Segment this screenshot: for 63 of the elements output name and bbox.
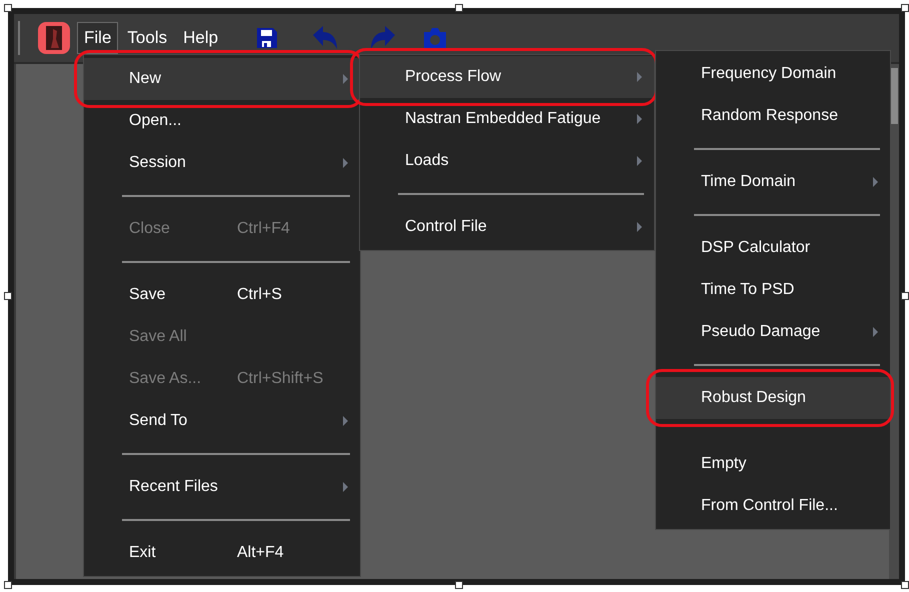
item-label: Random Response xyxy=(701,107,838,125)
shortcut-label: Ctrl+F4 xyxy=(237,220,290,238)
item-label: Save As... xyxy=(129,370,202,388)
menu-item[interactable]: From Control File... xyxy=(656,485,890,527)
app-logo-icon[interactable] xyxy=(38,22,70,54)
selection-handle[interactable] xyxy=(4,581,12,589)
menu-item[interactable]: Pseudo Damage xyxy=(656,311,890,353)
selection-handle[interactable] xyxy=(901,4,909,12)
menu-bar-item[interactable]: Tools xyxy=(120,22,174,54)
item-label: Frequency Domain xyxy=(701,65,836,83)
menu-item[interactable]: Random Response xyxy=(656,95,890,137)
item-label: New xyxy=(129,70,162,88)
selection-handle[interactable] xyxy=(455,581,463,589)
item-label: Control File xyxy=(405,218,487,236)
menu-item[interactable]: Empty xyxy=(656,443,890,485)
selection-handle[interactable] xyxy=(4,292,12,300)
undo-icon[interactable] xyxy=(311,25,340,51)
menu-item[interactable]: Open... xyxy=(84,100,360,142)
menu-bar-item[interactable]: Help xyxy=(176,22,226,54)
item-label: Robust Design xyxy=(701,389,806,407)
item-label: Session xyxy=(129,154,186,172)
save-icon[interactable] xyxy=(255,26,280,50)
menu-item[interactable]: DSP Calculator xyxy=(656,227,890,269)
item-label: Time Domain xyxy=(701,173,796,191)
redo-icon[interactable] xyxy=(369,25,398,51)
menu-item[interactable]: Exit Alt+F4 xyxy=(84,532,360,574)
menu-item[interactable]: Nastran Embedded Fatigue xyxy=(360,98,654,140)
menu-item[interactable]: Session xyxy=(84,142,360,184)
item-label: From Control File... xyxy=(701,497,838,515)
shortcut-label: Ctrl+S xyxy=(237,286,282,304)
selection-handle[interactable] xyxy=(901,581,909,589)
item-label: Nastran Embedded Fatigue xyxy=(405,110,601,128)
item-label: Recent Files xyxy=(129,478,218,496)
item-label: Send To xyxy=(129,412,188,430)
menu-item[interactable]: Time Domain xyxy=(656,161,890,203)
item-label: Pseudo Damage xyxy=(701,323,820,341)
item-label: DSP Calculator xyxy=(701,239,810,257)
selection-handle[interactable] xyxy=(4,4,12,12)
shortcut-label: Alt+F4 xyxy=(237,544,284,562)
menu-item[interactable]: Time To PSD xyxy=(656,269,890,311)
item-label: Save xyxy=(129,286,166,304)
item-label: Open... xyxy=(129,112,182,130)
selection-handle[interactable] xyxy=(455,4,463,12)
item-label: Close xyxy=(129,220,170,238)
menu-item[interactable]: Recent Files xyxy=(84,466,360,508)
menu-item[interactable]: New xyxy=(84,58,360,100)
menu-item[interactable]: Control File xyxy=(360,206,654,248)
item-label: Time To PSD xyxy=(701,281,794,299)
item-label: Save All xyxy=(129,328,187,346)
menu-bar-item[interactable]: File xyxy=(77,22,118,54)
camera-icon[interactable] xyxy=(422,27,448,49)
menu-item[interactable]: Save Ctrl+S xyxy=(84,274,360,316)
item-label: Loads xyxy=(405,152,449,170)
menu-item[interactable]: Process Flow xyxy=(360,56,654,98)
selection-handle[interactable] xyxy=(901,292,909,300)
menu-item[interactable]: Frequency Domain xyxy=(656,53,890,95)
item-label: Empty xyxy=(701,455,746,473)
menu-item[interactable]: Robust Design xyxy=(656,377,890,419)
item-label: Process Flow xyxy=(405,68,502,86)
menu-item[interactable]: Loads xyxy=(360,140,654,182)
shortcut-label: Ctrl+Shift+S xyxy=(237,370,324,388)
item-label: Exit xyxy=(129,544,156,562)
menu-item[interactable]: Send To xyxy=(84,400,360,442)
